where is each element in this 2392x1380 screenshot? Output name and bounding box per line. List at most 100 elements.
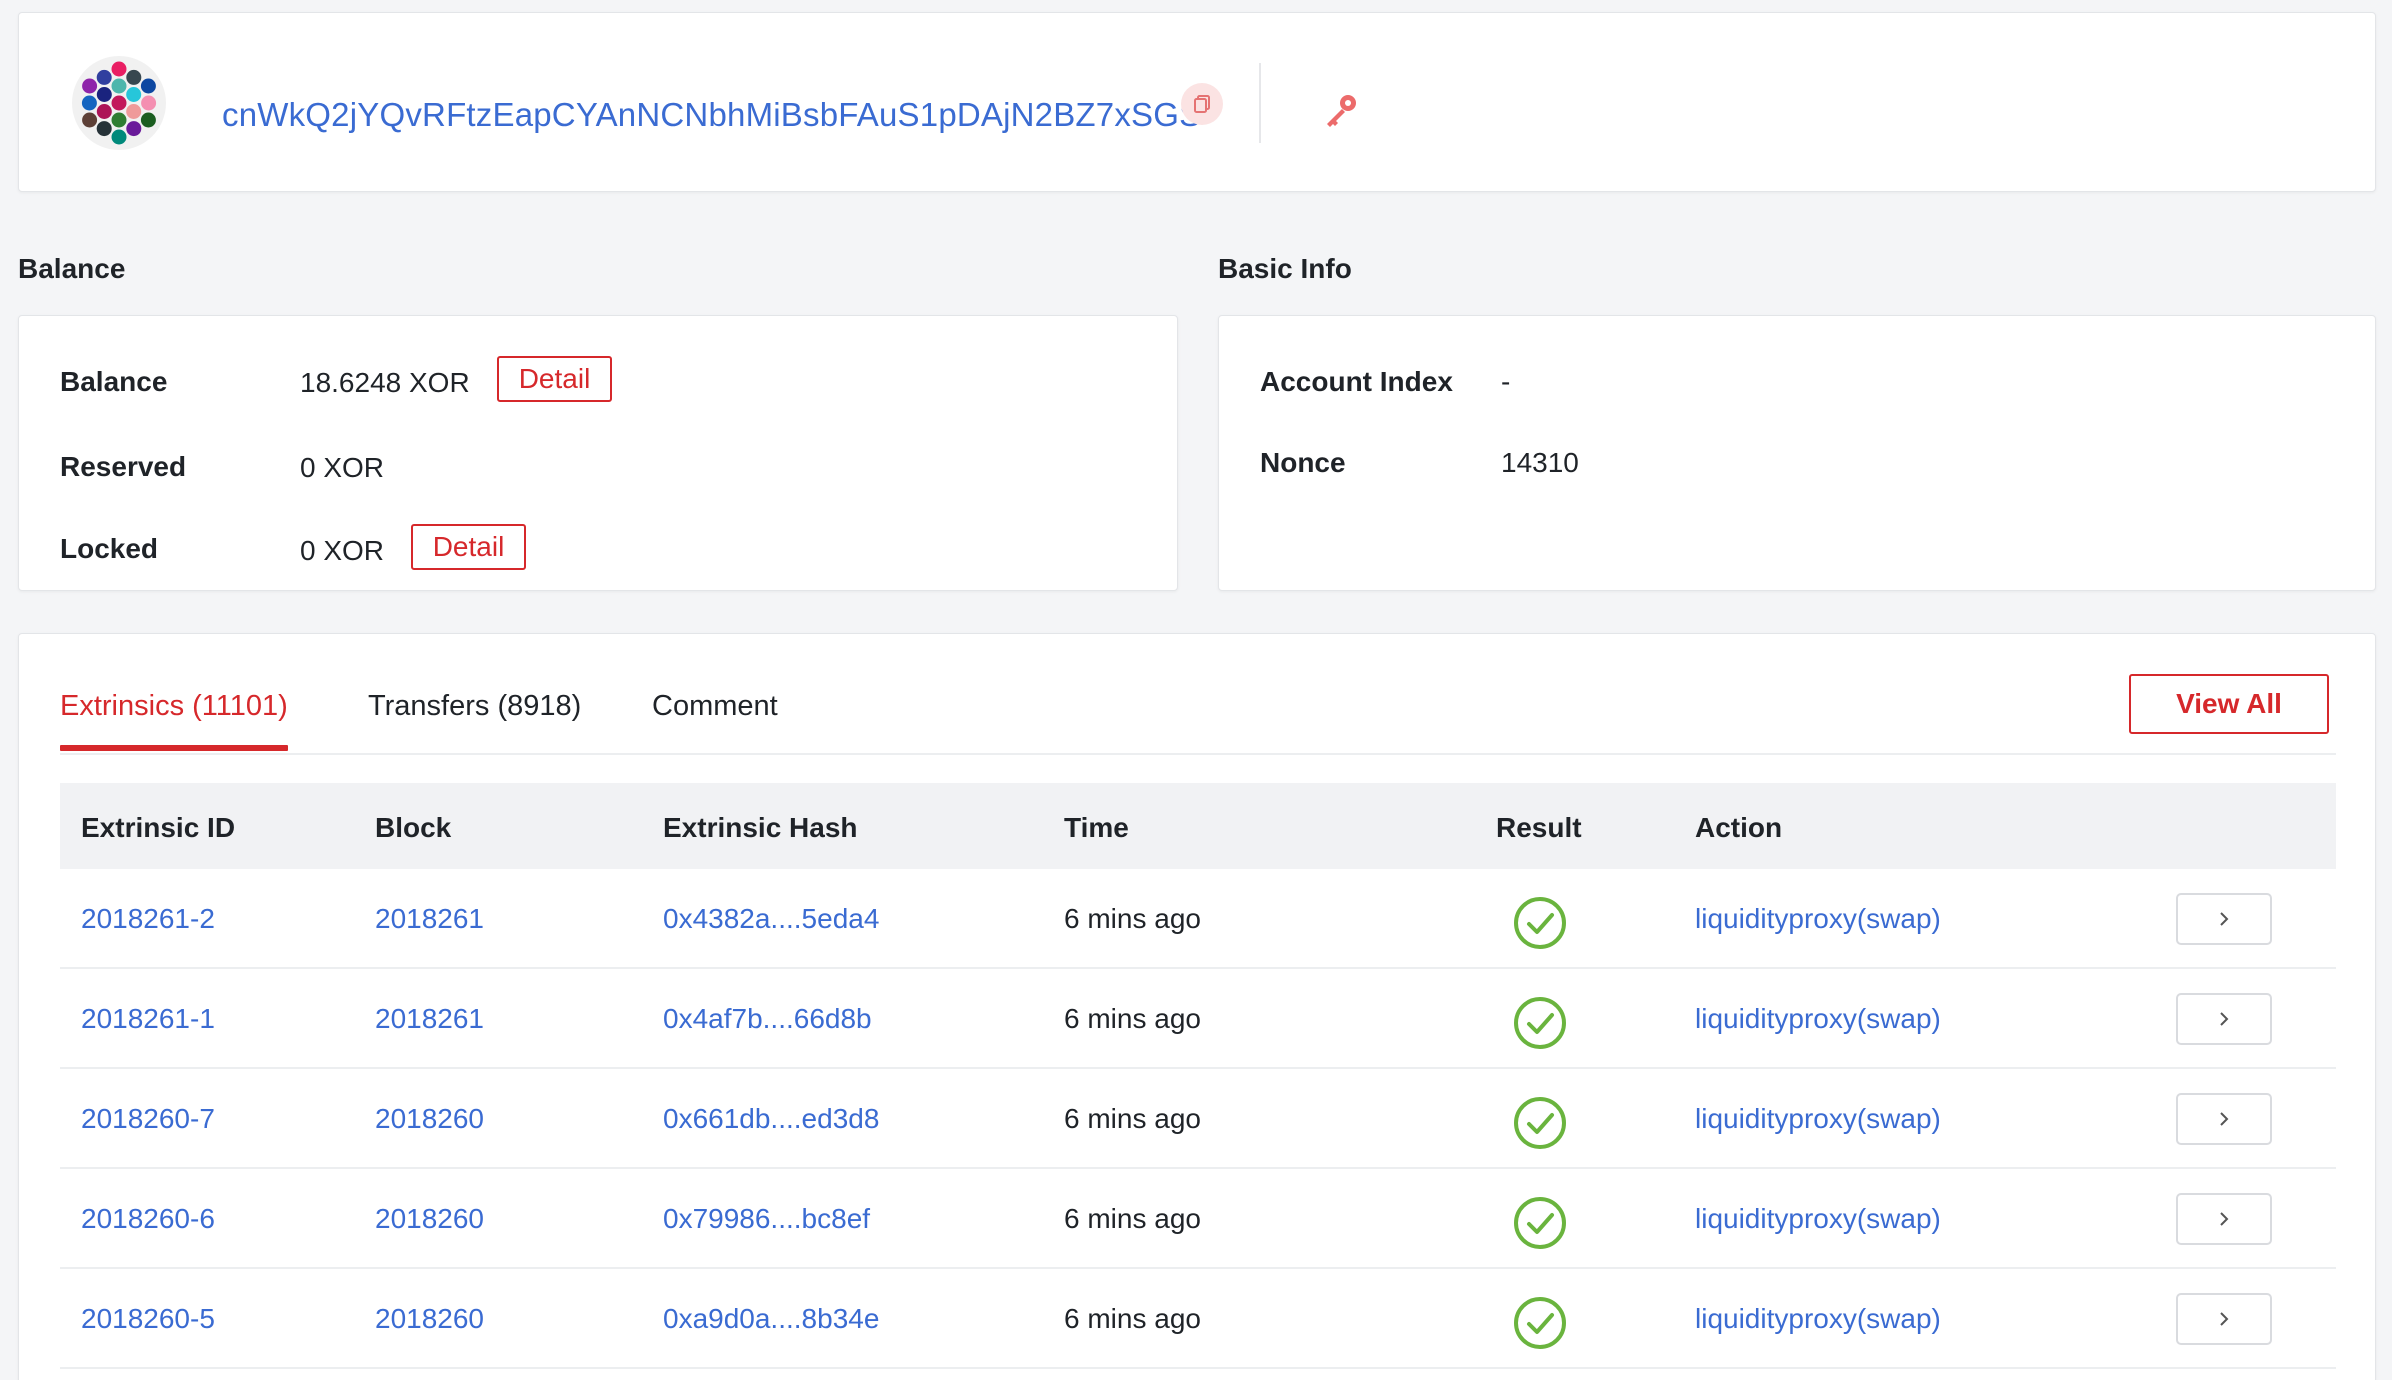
column-header-extrinsic-hash: Extrinsic Hash	[663, 812, 858, 843]
block-link[interactable]: 2018260	[375, 1203, 484, 1235]
balance-section-title: Balance	[18, 253, 126, 284]
row-detail-button[interactable]	[2176, 993, 2272, 1045]
time-cell: 6 mins ago	[1064, 903, 1201, 934]
time-cell: 6 mins ago	[1064, 1303, 1201, 1334]
identicon-dot	[126, 121, 142, 137]
balance-detail-button[interactable]: Detail	[497, 356, 612, 402]
chevron-right-icon	[2220, 1312, 2229, 1326]
identicon-dot	[96, 87, 112, 102]
identicon-dot	[140, 112, 156, 128]
identicon-dot	[111, 112, 127, 128]
identicon-dot	[82, 78, 98, 94]
action-link[interactable]: liquidityproxy(swap)	[1695, 903, 1941, 935]
extrinsic-hash-link[interactable]: 0xa9d0a....8b34e	[663, 1303, 879, 1335]
identicon-dot	[141, 95, 157, 111]
table-row: 2018261-1 2018261 0x4af7b....66d8b 6 min…	[60, 969, 2336, 1069]
account-index-label: Account Index	[1260, 366, 1453, 397]
basic-info-card: Account Index - Nonce 14310	[1218, 315, 2376, 591]
identicon-dot	[111, 61, 127, 77]
identicon-dot	[81, 95, 97, 111]
extrinsic-id-link[interactable]: 2018260-5	[81, 1303, 215, 1335]
account-address-link[interactable]: cnWkQ2jYQvRFtzEapCYAnNCNbhMiBsbFAuS1pDAj…	[222, 96, 1201, 134]
identicon-dot	[126, 69, 142, 85]
balance-card: Balance 18.6248 XOR Detail Reserved 0 XO…	[18, 315, 1178, 591]
time-cell: 6 mins ago	[1064, 1003, 1201, 1034]
tab-extrinsics[interactable]: Extrinsics (11101)	[60, 690, 288, 723]
row-detail-button[interactable]	[2176, 1093, 2272, 1145]
tab-transfers[interactable]: Transfers (8918)	[368, 690, 581, 723]
key-icon[interactable]	[1321, 91, 1361, 131]
locked-value: 0 XOR	[300, 535, 385, 566]
block-link[interactable]: 2018261	[375, 1003, 484, 1035]
check-circle-icon	[1514, 1197, 1566, 1249]
row-detail-button[interactable]	[2176, 1193, 2272, 1245]
time-cell: 6 mins ago	[1064, 1103, 1201, 1134]
check-circle-icon	[1514, 1297, 1566, 1349]
extrinsics-card: Extrinsics (11101) Transfers (8918) Comm…	[18, 633, 2376, 1380]
column-header-action: Action	[1695, 812, 1783, 843]
extrinsic-hash-link[interactable]: 0x79986....bc8ef	[663, 1203, 870, 1235]
block-link[interactable]: 2018260	[375, 1303, 484, 1335]
account-index-value: -	[1501, 366, 1511, 397]
table-row: 2018260-5 2018260 0xa9d0a....8b34e 6 min…	[60, 1269, 2336, 1369]
view-all-button[interactable]: View All	[2129, 674, 2329, 734]
column-header-extrinsic-id: Extrinsic ID	[81, 812, 236, 843]
extrinsic-id-link[interactable]: 2018260-6	[81, 1203, 215, 1235]
identicon-dot	[96, 104, 112, 119]
extrinsic-id-link[interactable]: 2018261-2	[81, 903, 215, 935]
extrinsic-id-link[interactable]: 2018261-1	[81, 1003, 215, 1035]
chevron-right-icon	[2220, 1112, 2229, 1126]
identicon-dot	[111, 95, 127, 111]
reserved-value: 0 XOR	[300, 452, 385, 483]
time-cell: 6 mins ago	[1064, 1203, 1201, 1234]
column-header-result: Result	[1496, 812, 1582, 843]
locked-label: Locked	[60, 533, 159, 564]
chevron-right-icon	[2220, 1012, 2229, 1026]
row-detail-button[interactable]	[2176, 1293, 2272, 1345]
extrinsic-hash-link[interactable]: 0x4382a....5eda4	[663, 903, 879, 935]
table-row: 2018260-6 2018260 0x79986....bc8ef 6 min…	[60, 1169, 2336, 1269]
column-header-time: Time	[1064, 812, 1129, 843]
row-detail-button[interactable]	[2176, 893, 2272, 945]
action-link[interactable]: liquidityproxy(swap)	[1695, 1103, 1941, 1135]
identicon-dot	[126, 87, 142, 102]
action-link[interactable]: liquidityproxy(swap)	[1695, 1203, 1941, 1235]
check-circle-icon	[1514, 1097, 1566, 1149]
table-header: Extrinsic ID Block Extrinsic Hash Time R…	[60, 783, 2336, 869]
balance-label: Balance	[60, 366, 168, 397]
extrinsic-hash-link[interactable]: 0x4af7b....66d8b	[663, 1003, 872, 1035]
copy-address-button[interactable]	[1181, 83, 1223, 125]
basic-info-section-title: Basic Info	[1218, 253, 1352, 284]
block-link[interactable]: 2018260	[375, 1103, 484, 1135]
table-row: 2018261-2 2018261 0x4382a....5eda4 6 min…	[60, 869, 2336, 969]
identicon-dot	[96, 69, 112, 85]
column-header-block: Block	[375, 812, 452, 843]
check-circle-icon	[1514, 897, 1566, 949]
nonce-value: 14310	[1501, 447, 1579, 478]
identicon-avatar	[72, 56, 166, 150]
nonce-label: Nonce	[1260, 447, 1346, 478]
active-tab-indicator	[60, 745, 288, 751]
locked-detail-button[interactable]: Detail	[411, 524, 526, 570]
identicon-dot	[111, 129, 127, 145]
identicon-dot	[126, 104, 142, 119]
identicon-dot	[111, 78, 127, 94]
identicon-dot	[140, 78, 156, 94]
identicon-dot	[82, 112, 98, 128]
header-divider	[1259, 63, 1261, 143]
reserved-label: Reserved	[60, 451, 187, 482]
extrinsic-id-link[interactable]: 2018260-7	[81, 1103, 215, 1135]
check-circle-icon	[1514, 997, 1566, 1049]
action-link[interactable]: liquidityproxy(swap)	[1695, 1303, 1941, 1335]
action-link[interactable]: liquidityproxy(swap)	[1695, 1003, 1941, 1035]
balance-value: 18.6248 XOR	[300, 367, 470, 398]
tabs-divider	[60, 753, 2336, 755]
block-link[interactable]: 2018261	[375, 903, 484, 935]
copy-icon	[1194, 95, 1210, 113]
tab-comment[interactable]: Comment	[652, 690, 778, 723]
identicon-dot	[96, 121, 112, 137]
chevron-right-icon	[2220, 912, 2229, 926]
chevron-right-icon	[2220, 1212, 2229, 1226]
extrinsic-hash-link[interactable]: 0x661db....ed3d8	[663, 1103, 879, 1135]
account-header: cnWkQ2jYQvRFtzEapCYAnNCNbhMiBsbFAuS1pDAj…	[18, 12, 2376, 192]
